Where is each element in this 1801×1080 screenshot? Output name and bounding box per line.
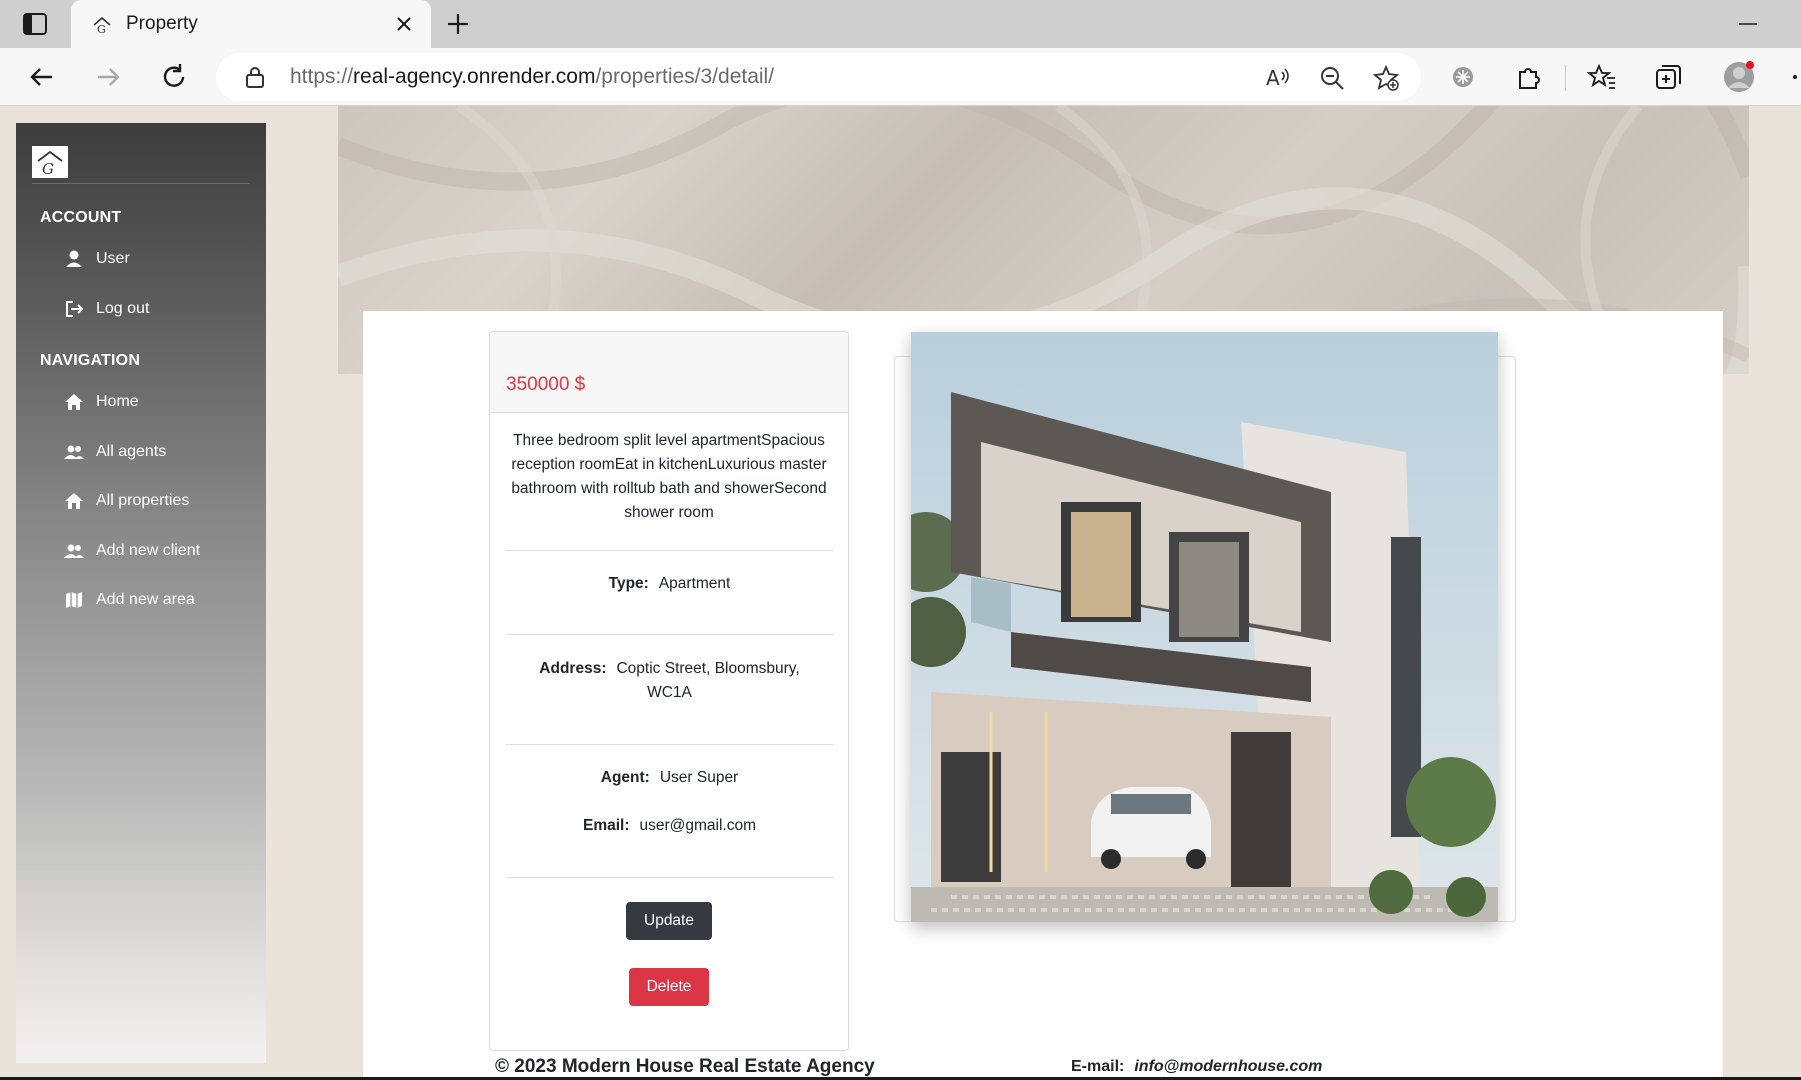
sidebar-item-label: All agents (96, 443, 167, 460)
property-info-card: 350000 $ Three bedroom split level apart… (489, 331, 849, 1051)
add-favorite-icon[interactable] (1372, 64, 1400, 92)
property-address: Address: Coptic Street, Bloomsbury, WC1A (506, 657, 833, 705)
forward-icon[interactable] (92, 61, 124, 93)
agency-logo: G (32, 146, 68, 178)
back-icon[interactable] (26, 61, 58, 93)
users-icon (64, 544, 84, 558)
account-heading: ACCOUNT (40, 209, 122, 226)
update-button[interactable]: Update (626, 902, 712, 940)
email-value: user@gmail.com (639, 817, 757, 834)
sidebar-item-label: All properties (96, 492, 190, 509)
sidebar-item-log-out[interactable]: Log out (64, 296, 149, 322)
type-label: Type: (608, 575, 649, 592)
profile-avatar-icon[interactable] (1722, 60, 1756, 94)
sidebar-divider (32, 183, 250, 184)
toolbar-separator (1565, 65, 1566, 91)
map-icon (66, 592, 82, 608)
favorites-icon[interactable] (1587, 62, 1617, 92)
url-scheme: https:// (290, 65, 354, 88)
more-options-icon[interactable] (1790, 62, 1801, 92)
footer-email: E-mail: info@modernhouse.com (1071, 1058, 1322, 1076)
type-value: Apartment (658, 575, 731, 592)
sidebar-item-label: Home (96, 393, 139, 410)
property-photo (911, 332, 1498, 922)
tab-actions-icon[interactable] (22, 12, 48, 36)
zoom-out-icon[interactable] (1318, 64, 1346, 92)
home-icon (65, 394, 83, 410)
sidebar-item-add-new-area[interactable]: Add new area (64, 587, 195, 613)
sidebar-item-all-properties[interactable]: All properties (64, 488, 189, 514)
url-host: real-agency.onrender.com (353, 65, 596, 88)
sidebar-item-add-new-client[interactable]: Add new client (64, 538, 200, 564)
browser-toolbar: https://real-agency.onrender.com/propert… (0, 48, 1801, 106)
agent-email: Email: user@gmail.com (506, 814, 833, 838)
tab-title: Property (126, 13, 198, 34)
sidebar-item-user[interactable]: User (64, 246, 130, 272)
footer-email-label: E-mail: (1071, 1058, 1125, 1075)
property-detail-container: 350000 $ Three bedroom split level apart… (363, 311, 1723, 1080)
navigation-heading: NAVIGATION (40, 352, 141, 369)
price-header: 350000 $ (490, 332, 848, 413)
extensions-puzzle-icon[interactable] (1514, 62, 1544, 92)
collections-icon[interactable] (1653, 62, 1683, 92)
site-favicon-icon: G (93, 16, 111, 36)
sidebar-item-home[interactable]: Home (64, 389, 139, 415)
sidebar-item-all-agents[interactable]: All agents (64, 439, 166, 465)
sidebar: G ACCOUNT User Log out NAVIGATION Home A… (16, 123, 266, 1063)
svg-text:G: G (97, 23, 106, 36)
extension-icon[interactable] (1448, 62, 1478, 92)
address-value: Coptic Street, Bloomsbury, WC1A (616, 660, 800, 701)
reload-icon[interactable] (158, 61, 190, 93)
delete-button[interactable]: Delete (629, 968, 709, 1006)
house-icon (65, 493, 83, 509)
email-label: Email: (582, 817, 630, 834)
property-type: Type: Apartment (506, 572, 833, 596)
divider (506, 744, 833, 745)
svg-text:A: A (1266, 66, 1280, 90)
lock-icon[interactable] (244, 65, 266, 89)
sidebar-item-label: Add new area (96, 591, 195, 608)
svg-text:G: G (42, 160, 54, 178)
sidebar-item-label: Log out (96, 300, 150, 317)
users-icon (64, 445, 84, 459)
url-text[interactable]: https://real-agency.onrender.com/propert… (290, 65, 774, 89)
divider (506, 634, 833, 635)
new-tab-icon[interactable] (444, 10, 472, 38)
sidebar-item-label: User (96, 250, 130, 267)
property-agent: Agent: User Super (506, 766, 833, 790)
minimize-window-icon[interactable] (1735, 12, 1761, 36)
agent-value: User Super (659, 769, 739, 786)
property-price: 350000 $ (506, 374, 586, 395)
modern-house-image (911, 332, 1498, 922)
logout-icon (66, 301, 84, 317)
footer-copyright: © 2023 Modern House Real Estate Agency (495, 1056, 875, 1077)
read-aloud-icon[interactable]: A (1264, 64, 1292, 92)
divider (506, 550, 833, 551)
sidebar-item-label: Add new client (96, 542, 201, 559)
browser-tab-strip: G Property (0, 0, 1801, 48)
address-bar[interactable]: https://real-agency.onrender.com/propert… (216, 53, 1421, 101)
address-label: Address: (539, 660, 607, 677)
agent-label: Agent: (600, 769, 650, 786)
footer-email-link[interactable]: info@modernhouse.com (1134, 1058, 1322, 1075)
url-path: /properties/3/detail/ (595, 65, 775, 88)
user-icon (66, 250, 82, 267)
browser-tab-property[interactable]: G Property (71, 0, 431, 48)
property-description: Three bedroom split level apartmentSpaci… (511, 432, 827, 521)
close-tab-icon[interactable] (393, 13, 415, 35)
divider (506, 877, 833, 878)
